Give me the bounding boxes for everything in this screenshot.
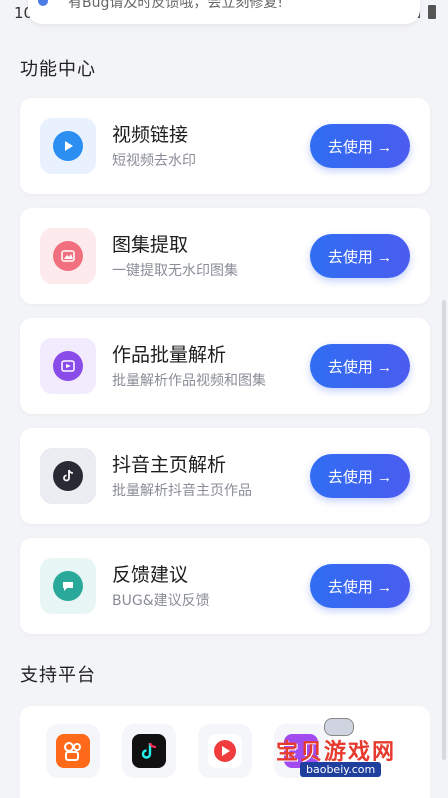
use-button-batch-parse[interactable]: 去使用 →	[310, 344, 410, 388]
feature-card-batch-parse[interactable]: 作品批量解析 批量解析作品视频和图集 去使用 →	[20, 318, 430, 414]
card-subtitle: 短视频去水印	[112, 153, 196, 169]
feature-card-video-link[interactable]: 视频链接 短视频去水印 去使用 →	[20, 98, 430, 194]
section-title-platforms: 支持平台	[20, 665, 96, 686]
notification-text: 有Bug请及时反馈哦，会立刻修复!	[68, 0, 283, 11]
feature-card-feedback[interactable]: 反馈建议 BUG&建议反馈 去使用 →	[20, 538, 430, 634]
section-title-features: 功能中心	[20, 59, 96, 80]
video-list-icon	[40, 338, 96, 394]
use-button-douyin-homepage[interactable]: 去使用 →	[310, 454, 410, 498]
card-title: 图集提取	[112, 234, 189, 256]
play-app-icon[interactable]	[198, 724, 252, 778]
card-title: 反馈建议	[112, 564, 189, 586]
card-subtitle: 一键提取无水印图集	[112, 263, 238, 279]
image-icon	[40, 228, 96, 284]
feature-card-douyin-homepage[interactable]: 抖音主页解析 批量解析抖音主页作品 去使用 →	[20, 428, 430, 524]
watermark-logo: 宝贝游戏网 baobeiy.com	[270, 716, 440, 786]
watermark-url: baobeiy.com	[300, 762, 382, 777]
kuaishou-icon[interactable]	[46, 724, 100, 778]
scrollbar[interactable]	[442, 300, 446, 760]
card-subtitle: 批量解析抖音主页作品	[112, 483, 252, 499]
card-title: 抖音主页解析	[112, 454, 227, 476]
feature-card-image-extract[interactable]: 图集提取 一键提取无水印图集 去使用 →	[20, 208, 430, 304]
card-subtitle: 批量解析作品视频和图集	[112, 373, 266, 389]
douyin-icon[interactable]	[122, 724, 176, 778]
use-button-feedback[interactable]: 去使用 →	[310, 564, 410, 608]
battery-icon	[428, 5, 436, 19]
card-title: 作品批量解析	[112, 344, 227, 366]
use-button-video-link[interactable]: 去使用 →	[310, 124, 410, 168]
use-button-image-extract[interactable]: 去使用 →	[310, 234, 410, 278]
card-subtitle: BUG&建议反馈	[112, 593, 210, 609]
notification-banner[interactable]: 有Bug请及时反馈哦，会立刻修复!	[28, 0, 420, 24]
play-icon	[40, 118, 96, 174]
card-title: 视频链接	[112, 124, 189, 146]
tiktok-icon	[40, 448, 96, 504]
chat-icon	[40, 558, 96, 614]
notification-dot-icon	[38, 0, 48, 6]
